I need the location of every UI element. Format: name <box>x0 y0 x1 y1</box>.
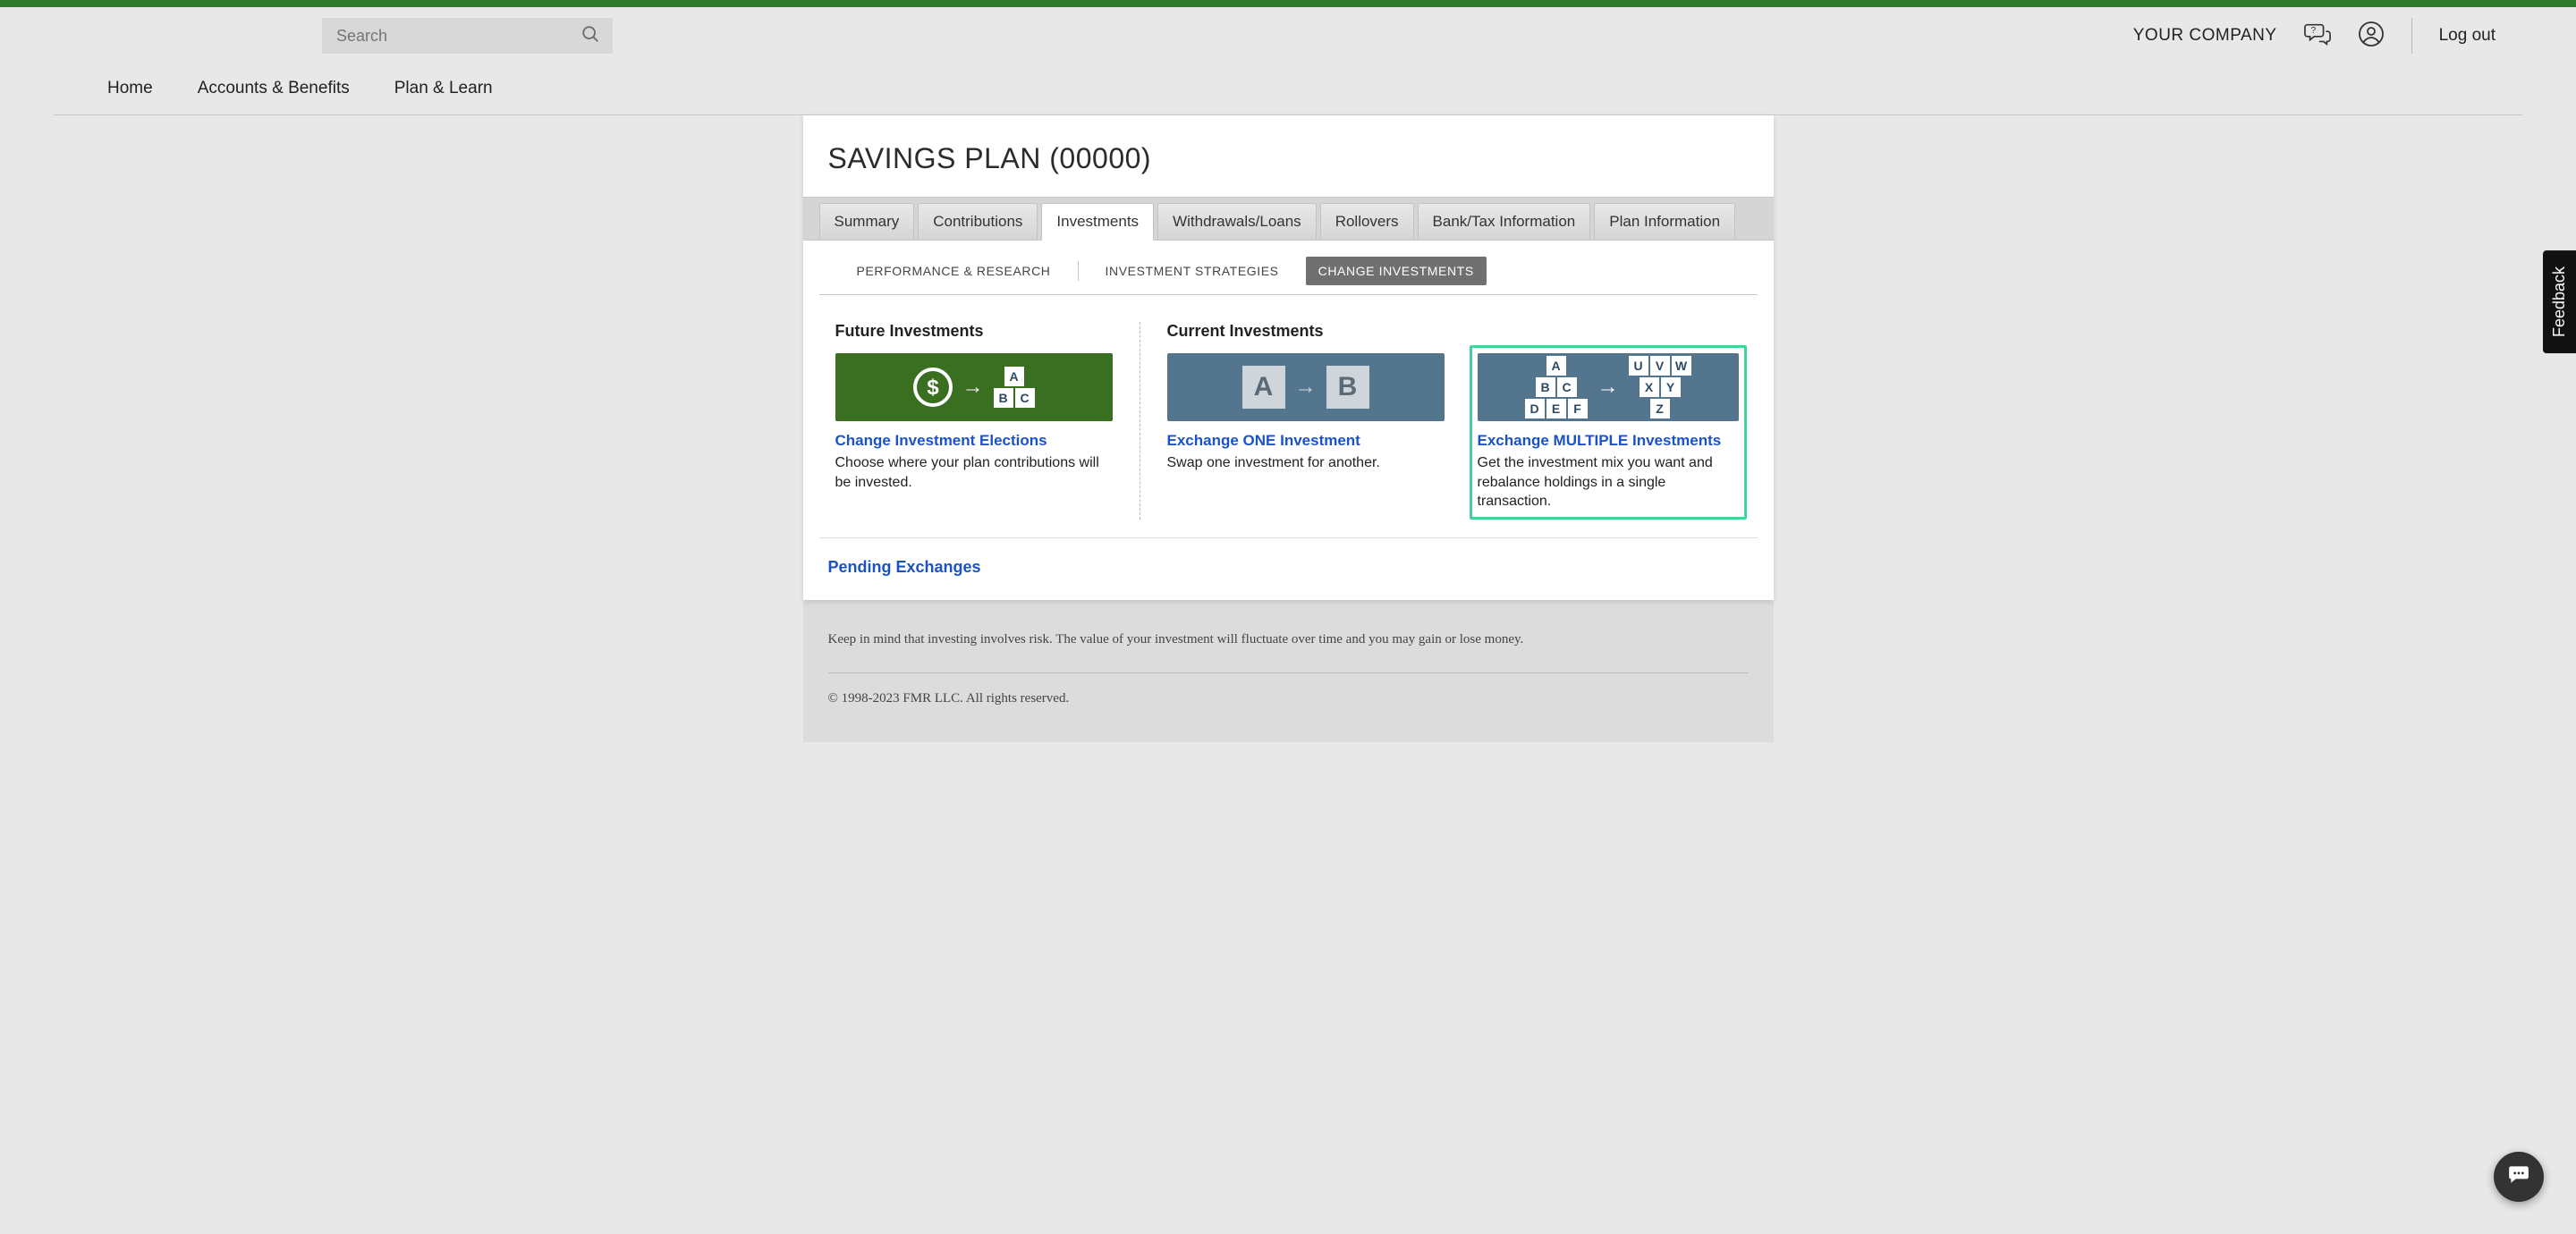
nav-accounts-benefits[interactable]: Accounts & Benefits <box>198 79 350 98</box>
search-input[interactable] <box>322 27 580 46</box>
exchange-one-desc: Swap one investment for another. <box>1167 453 1445 473</box>
change-elections-graphic: $ → A BC <box>835 353 1113 421</box>
future-investments-heading: Future Investments <box>835 322 1113 341</box>
exchange-one-graphic: A → B <box>1167 353 1445 421</box>
top-accent-bar <box>0 0 2576 7</box>
arrow-right-icon: → <box>1295 375 1317 400</box>
footer: Keep in mind that investing involves ris… <box>803 600 1774 742</box>
chat-launcher[interactable] <box>2494 1152 2544 1202</box>
logout-link[interactable]: Log out <box>2439 26 2496 46</box>
exchange-one-link[interactable]: Exchange ONE Investment <box>1167 432 1445 450</box>
current-investments-heading: Current Investments <box>1167 322 1747 341</box>
search-box[interactable] <box>322 18 613 54</box>
feedback-tab[interactable]: Feedback <box>2543 250 2576 353</box>
subtab-divider <box>1078 261 1079 281</box>
tab-summary[interactable]: Summary <box>819 203 915 240</box>
nav-home[interactable]: Home <box>107 79 153 98</box>
dollar-circle-icon: $ <box>912 367 953 408</box>
content-panel: SAVINGS PLAN (00000) Summary Contributio… <box>803 115 1774 600</box>
search-icon[interactable] <box>580 24 600 48</box>
pending-exchanges-link[interactable]: Pending Exchanges <box>828 558 981 576</box>
company-label: YOUR COMPANY <box>2133 26 2277 46</box>
card-change-elections[interactable]: $ → A BC Change Investment Elections Cho… <box>835 353 1113 492</box>
investment-sections: Future Investments $ → A BC Change Inves… <box>819 295 1758 538</box>
arrow-right-icon: → <box>962 375 984 400</box>
arrow-right-icon: → <box>1597 375 1619 400</box>
subtab-investment-strategies[interactable]: INVESTMENT STRATEGIES <box>1093 257 1292 285</box>
tab-plan-information[interactable]: Plan Information <box>1594 203 1735 240</box>
exchange-multiple-desc: Get the investment mix you want and reba… <box>1478 453 1739 511</box>
pending-exchanges-section: Pending Exchanges <box>803 538 1774 600</box>
card-exchange-one[interactable]: A → B Exchange ONE Investment Swap one i… <box>1167 353 1445 520</box>
help-chat-icon[interactable]: ? <box>2304 21 2331 51</box>
copyright: © 1998-2023 FMR LLC. All rights reserved… <box>828 691 1749 706</box>
svg-text:$: $ <box>927 376 939 400</box>
tab-bank-tax[interactable]: Bank/Tax Information <box>1418 203 1591 240</box>
change-elections-link[interactable]: Change Investment Elections <box>835 432 1113 450</box>
exchange-multiple-graphic: A BC DEF → UVW XY Z <box>1478 353 1739 421</box>
risk-disclaimer: Keep in mind that investing involves ris… <box>828 632 1749 673</box>
plan-tabs: Summary Contributions Investments Withdr… <box>803 197 1774 241</box>
header-divider <box>2411 18 2412 54</box>
nav-plan-learn[interactable]: Plan & Learn <box>394 79 493 98</box>
investment-subtabs: PERFORMANCE & RESEARCH INVESTMENT STRATE… <box>819 241 1758 295</box>
main-nav: Home Accounts & Benefits Plan & Learn <box>54 54 2522 115</box>
tab-contributions[interactable]: Contributions <box>918 203 1038 240</box>
svg-text:?: ? <box>2310 26 2316 36</box>
tab-investments[interactable]: Investments <box>1041 203 1154 241</box>
card-exchange-multiple[interactable]: A BC DEF → UVW XY Z Exchange MULTIPLE In… <box>1470 345 1747 520</box>
subtab-performance-research[interactable]: PERFORMANCE & RESEARCH <box>844 257 1063 285</box>
profile-icon[interactable] <box>2358 21 2385 52</box>
tab-rollovers[interactable]: Rollovers <box>1320 203 1414 240</box>
page-title: SAVINGS PLAN (00000) <box>803 115 1774 197</box>
tab-withdrawals-loans[interactable]: Withdrawals/Loans <box>1157 203 1317 240</box>
global-header: YOUR COMPANY ? Log out Home Accounts & <box>0 7 2576 115</box>
chat-icon <box>2507 1162 2530 1192</box>
exchange-multiple-link[interactable]: Exchange MULTIPLE Investments <box>1478 432 1739 450</box>
change-elections-desc: Choose where your plan contributions wil… <box>835 453 1113 492</box>
subtab-change-investments[interactable]: CHANGE INVESTMENTS <box>1306 257 1487 285</box>
